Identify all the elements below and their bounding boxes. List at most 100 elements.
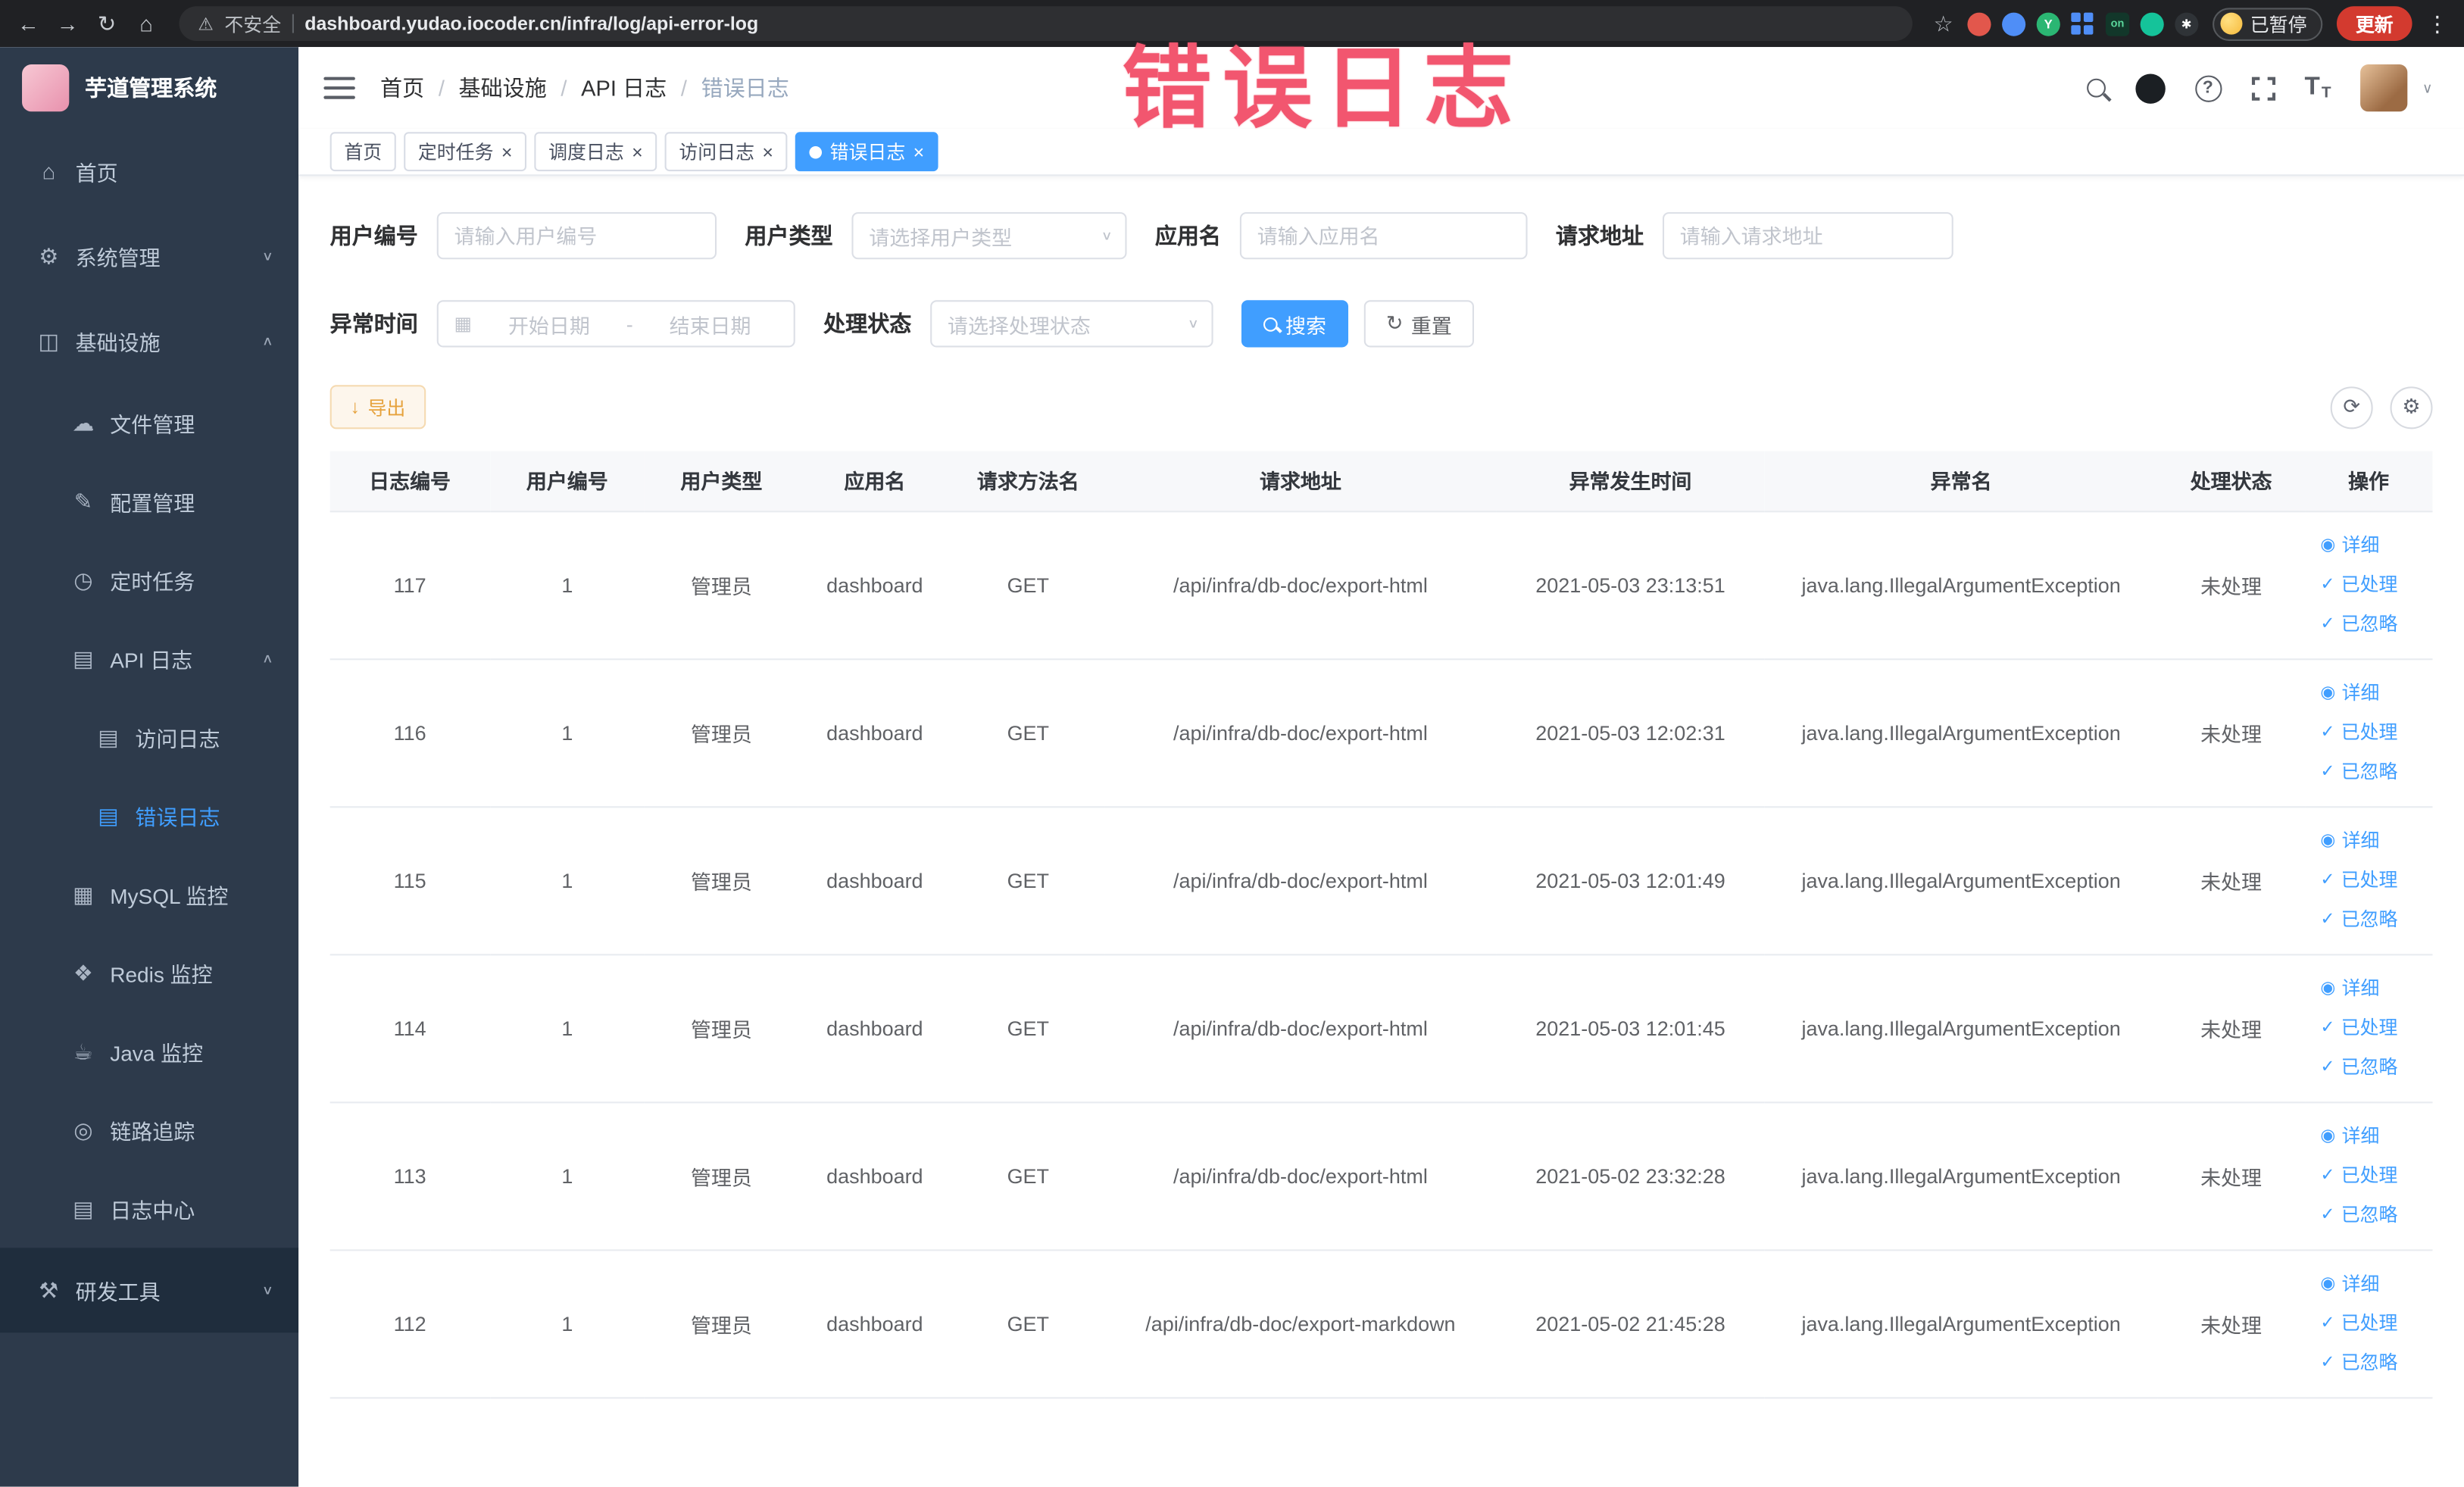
extension-icon[interactable] — [1967, 11, 1991, 36]
mark-ignored-action[interactable]: ✓ 已忽略 — [2320, 752, 2432, 792]
sidebar-item-infra[interactable]: ◫ 基础设施 ∧ — [0, 298, 298, 383]
cell-actions: ◉ 详细 ✓ 已处理 ✓ 已忽略 — [2304, 1249, 2433, 1398]
close-tag-icon[interactable]: × — [632, 142, 643, 161]
extension-icon[interactable]: ✱ — [2175, 11, 2199, 36]
update-button[interactable]: 更新 — [2336, 6, 2412, 41]
user-avatar[interactable] — [2360, 64, 2409, 112]
address-bar[interactable]: ⚠ 不安全 dashboard.yudao.iocoder.cn/infra/l… — [179, 6, 1913, 41]
detail-action[interactable]: ◉ 详细 — [2320, 969, 2432, 1008]
sidebar-item-devtools[interactable]: ⚒ 研发工具 ∨ — [0, 1248, 299, 1333]
header-actions: ? TT ∨ — [2086, 64, 2433, 112]
action-label: 已处理 — [2341, 1311, 2398, 1334]
view-tag-label: 定时任务 — [417, 141, 494, 164]
chevron-down-icon[interactable]: ∨ — [2422, 80, 2433, 97]
paused-badge[interactable]: 已暂停 — [2213, 7, 2323, 40]
breadcrumb-separator: / — [438, 75, 445, 101]
cell-user-type: 管理员 — [645, 954, 798, 1103]
mark-ignored-action[interactable]: ✓ 已忽略 — [2320, 1195, 2432, 1235]
app-name-input[interactable] — [1239, 212, 1528, 260]
mark-ignored-action[interactable]: ✓ 已忽略 — [2320, 1343, 2432, 1382]
mark-ignored-action[interactable]: ✓ 已忽略 — [2320, 900, 2432, 939]
reload-icon[interactable]: ↻ — [94, 10, 119, 36]
detail-action[interactable]: ◉ 详细 — [2320, 1264, 2432, 1304]
sidebar-item-cron[interactable]: ◷ 定时任务 — [0, 541, 298, 620]
user-type-select[interactable]: 请选择用户类型 ∨ — [851, 212, 1127, 260]
app-logo[interactable]: 芋道管理系统 — [0, 47, 298, 129]
view-tag-label: 错误日志 — [829, 141, 906, 164]
forward-icon[interactable]: → — [55, 11, 80, 36]
breadcrumb-item[interactable]: 基础设施 — [459, 72, 547, 103]
bookmark-star-icon[interactable]: ☆ — [1934, 10, 1953, 36]
extension-icon[interactable] — [2071, 12, 2094, 36]
github-icon[interactable] — [2135, 73, 2165, 103]
extension-icon[interactable]: on — [2105, 11, 2130, 36]
help-icon[interactable]: ? — [2194, 74, 2222, 102]
process-status-select[interactable]: 请选择处理状态 ∨ — [930, 300, 1213, 348]
extension-icon[interactable] — [2140, 11, 2164, 36]
refresh-button[interactable]: ⟳ — [2330, 386, 2373, 429]
fullscreen-icon[interactable] — [2247, 73, 2278, 103]
view-icon: ◉ — [2320, 683, 2336, 702]
exception-time-range[interactable]: ▦ 开始日期 - 结束日期 — [436, 300, 795, 348]
close-tag-icon[interactable]: × — [762, 142, 773, 161]
detail-action[interactable]: ◉ 详细 — [2320, 1117, 2432, 1156]
page-header: 首页 / 基础设施 / API 日志 / 错误日志 ? TT ∨ — [298, 47, 2464, 130]
cell-method: GET — [951, 954, 1105, 1103]
sidebar-item-home[interactable]: ⌂ 首页 — [0, 129, 298, 214]
extension-icon[interactable] — [2002, 11, 2026, 36]
view-tag[interactable]: 定时任务 × — [404, 132, 527, 172]
cell-url: /api/infra/db-doc/export-html — [1104, 658, 1497, 808]
reset-button[interactable]: ↻ 重置 — [1363, 300, 1474, 348]
action-label: 详细 — [2341, 976, 2380, 999]
column-settings-button[interactable]: ⚙ — [2390, 386, 2433, 429]
sidebar-item-java[interactable]: ☕ Java 监控 — [0, 1012, 298, 1091]
breadcrumb-item[interactable]: API 日志 — [581, 72, 667, 103]
view-tag[interactable]: 首页 — [329, 132, 396, 172]
breadcrumb-separator: / — [680, 75, 687, 101]
detail-action[interactable]: ◉ 详细 — [2320, 673, 2432, 713]
sidebar-item-access-log[interactable]: ▤ 访问日志 — [0, 698, 298, 776]
sidebar-item-redis[interactable]: ❖ Redis 监控 — [0, 933, 298, 1012]
font-size-icon[interactable]: TT — [2304, 74, 2331, 102]
detail-action[interactable]: ◉ 详细 — [2320, 526, 2432, 565]
error-log-table: 日志编号 用户编号 用户类型 应用名 请求方法名 请求地址 异常发生时间 异常名 处理状态 操作 … — [329, 451, 2433, 1398]
sidebar-item-system[interactable]: ⚙ 系统管理 ∨ — [0, 214, 298, 298]
detail-action[interactable]: ◉ 详细 — [2320, 821, 2432, 861]
export-button[interactable]: ↓ 导出 — [329, 385, 426, 430]
browser-menu-icon[interactable]: ⋮ — [2426, 10, 2448, 36]
sidebar-item-error-log[interactable]: ▤ 错误日志 — [0, 776, 298, 855]
sidebar-item-trace[interactable]: ◎ 链路追踪 — [0, 1091, 298, 1170]
mark-processed-action[interactable]: ✓ 已处理 — [2320, 1008, 2432, 1048]
mark-processed-action[interactable]: ✓ 已处理 — [2320, 1156, 2432, 1195]
sidebar-item-api-log[interactable]: ▤ API 日志 ∧ — [0, 619, 298, 698]
mark-processed-action[interactable]: ✓ 已处理 — [2320, 1304, 2432, 1343]
sidebar-item-mysql[interactable]: ▦ MySQL 监控 — [0, 855, 298, 934]
close-tag-icon[interactable]: × — [913, 142, 925, 161]
mark-processed-action[interactable]: ✓ 已处理 — [2320, 861, 2432, 900]
request-url-input[interactable] — [1662, 212, 1953, 260]
view-tag[interactable]: 错误日志 × — [795, 132, 938, 172]
extension-icon[interactable]: Y — [2036, 11, 2060, 36]
chevron-down-icon: ∨ — [1187, 317, 1199, 331]
mark-ignored-action[interactable]: ✓ 已忽略 — [2320, 1048, 2432, 1087]
sidebar-item-file[interactable]: ☁ 文件管理 — [0, 383, 298, 462]
sidebar-item-config[interactable]: ✎ 配置管理 — [0, 462, 298, 541]
view-tag[interactable]: 调度日志 × — [534, 132, 657, 172]
mark-processed-action[interactable]: ✓ 已处理 — [2320, 713, 2432, 752]
breadcrumb-item[interactable]: 首页 — [380, 72, 424, 103]
mark-ignored-action[interactable]: ✓ 已忽略 — [2320, 604, 2432, 644]
mark-processed-action[interactable]: ✓ 已处理 — [2320, 565, 2432, 604]
sidebar-item-log-center[interactable]: ▤ 日志中心 — [0, 1170, 298, 1248]
view-tag-label: 首页 — [344, 141, 383, 164]
cell-app: dashboard — [798, 658, 952, 808]
cell-user-id: 1 — [489, 511, 645, 660]
tools-icon: ⚒ — [39, 1276, 59, 1302]
view-tag[interactable]: 访问日志 × — [664, 132, 788, 172]
back-icon[interactable]: ← — [16, 11, 41, 36]
collapse-sidebar-icon[interactable] — [323, 77, 355, 99]
search-icon[interactable] — [2086, 78, 2105, 98]
user-id-input[interactable] — [436, 212, 717, 260]
close-tag-icon[interactable]: × — [501, 142, 513, 161]
search-button[interactable]: 搜索 — [1241, 300, 1349, 348]
home-icon[interactable]: ⌂ — [133, 11, 158, 36]
